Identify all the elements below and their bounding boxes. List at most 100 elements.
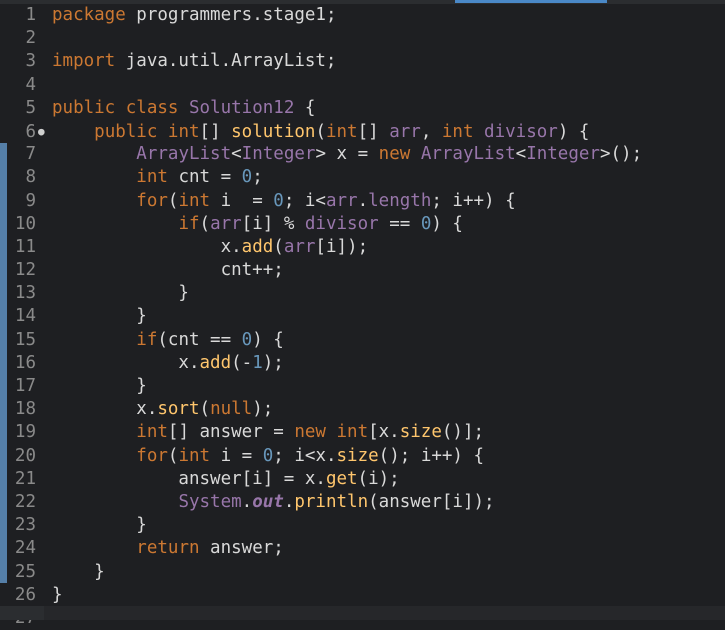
code-token: [] [167,422,200,443]
code-token: new [378,144,411,165]
line-number: 5 [25,97,36,118]
line-number: 1 [25,5,36,25]
code-token: [x. [368,422,400,443]
code-token: [] [357,121,390,142]
code-token: Solution12 [189,97,295,118]
code-line[interactable]: 4 [0,74,642,97]
horizontal-scrollbar[interactable] [0,606,725,620]
code-token: ( [199,213,211,234]
code-token: [] [199,121,232,142]
code-text: answer[i] = x.get(i); [46,468,399,491]
code-token: < [231,144,242,165]
code-token: x. [52,236,242,257]
code-token: answer [199,422,263,443]
code-token: i = [210,190,274,211]
code-line[interactable]: 18 x.sort(null); [0,398,642,421]
code-line[interactable]: 17 } [0,375,642,398]
code-token: 1 [252,352,263,373]
code-line[interactable]: 21 answer[i] = x.get(i); [0,468,642,491]
code-token: ; i< [283,190,326,211]
code-token: solution [231,121,316,142]
line-number: 19 [14,422,36,443]
code-text: } [46,282,189,305]
code-line[interactable]: 26} [0,584,642,607]
code-line[interactable]: 24 return answer; [0,537,642,560]
code-token: arr [325,190,358,211]
line-number: 26 [14,584,36,605]
code-token: public [52,97,116,118]
code-lines[interactable]: 1 package programmers.stage1; 2 3 import jav… [0,4,642,630]
code-token: ( [199,399,211,420]
code-line[interactable]: 25 } [0,561,642,584]
code-text: x.add(-1); [46,352,283,375]
code-line[interactable]: 12 cnt++; [0,259,642,282]
scrollbar-track[interactable] [44,606,725,620]
code-line[interactable]: 6 ● public int[] solution(int[] arr, int … [0,120,642,143]
code-line[interactable]: 15 if(cnt == 0) { [0,329,642,352]
code-token: ()]; [441,422,485,443]
active-tab-indicator[interactable] [455,0,607,3]
code-line[interactable]: 8 int cnt = 0; [0,166,642,189]
code-text: System.out.println(answer[i]); [46,491,494,514]
code-token: if [178,213,200,234]
code-text: for(int i = 0; i<arr.length; i++) { [46,190,515,213]
code-token: x. [52,399,158,420]
code-token: package [52,5,126,25]
line-number: 8 [25,167,36,188]
code-token: sort [157,399,200,420]
code-text: for(int i = 0; i<x.size(); i++) { [46,445,484,468]
line-number: 23 [14,515,36,536]
code-line[interactable]: 1 package programmers.stage1; [0,4,642,27]
code-line[interactable]: 23 } [0,514,642,537]
code-line[interactable]: 3 import java.util.ArrayList; [0,50,642,73]
code-line[interactable]: 13 } [0,282,642,305]
code-text: x.add(arr[i]); [46,236,369,259]
code-line[interactable]: 9 for(int i = 0; i<arr.length; i++) { [0,190,642,213]
code-line[interactable]: 5 public class Solution12 { [0,97,642,120]
line-number: 14 [14,306,36,327]
code-token: } [52,283,189,304]
code-token: add [199,352,232,373]
code-line[interactable]: 22 System.out.println(answer[i]); [0,491,642,514]
code-token: println [294,491,369,512]
code-line[interactable]: 2 [0,27,642,50]
code-editor[interactable]: 1 package programmers.stage1; 2 3 import jav… [0,0,725,628]
code-token: int [336,422,369,443]
code-token: ArrayList [136,144,232,165]
code-line[interactable]: 7 ArrayList<Integer> x = new ArrayList<I… [0,143,642,166]
code-token: System [178,491,242,512]
code-token: 0 [273,190,284,211]
code-token: 0 [420,213,432,234]
code-line[interactable]: 20 for(int i = 0; i<x.size(); i++) { [0,445,642,468]
line-number: 10 [14,213,36,234]
code-text: if(arr[i] % divisor == 0) { [46,213,463,236]
fold-toggle-icon[interactable]: ● [38,120,46,143]
code-token: { [294,97,316,118]
code-line[interactable]: 14 } [0,305,642,328]
code-token: int [136,167,168,188]
code-line[interactable]: 10 if(arr[i] % divisor == 0) { [0,213,642,236]
code-text: } [46,514,147,537]
code-token: size [399,422,442,443]
code-text: ArrayList<Integer> x = new ArrayList<Int… [46,143,642,166]
code-token: for [136,445,168,466]
code-token: (cnt == [157,329,242,350]
code-line[interactable]: 19 int[] answer = new int[x.size()]; [0,421,642,444]
code-line[interactable]: 16 x.add(-1); [0,352,642,375]
code-token: i = [210,445,263,466]
code-text: public class Solution12 { [46,97,315,120]
code-token: class [125,97,179,118]
code-line[interactable]: 11 x.add(arr[i]); [0,236,642,259]
line-number: 15 [14,329,36,350]
code-token: } [52,376,147,396]
code-token: divisor [484,121,558,142]
code-text: import java.util.ArrayList; [46,50,336,73]
